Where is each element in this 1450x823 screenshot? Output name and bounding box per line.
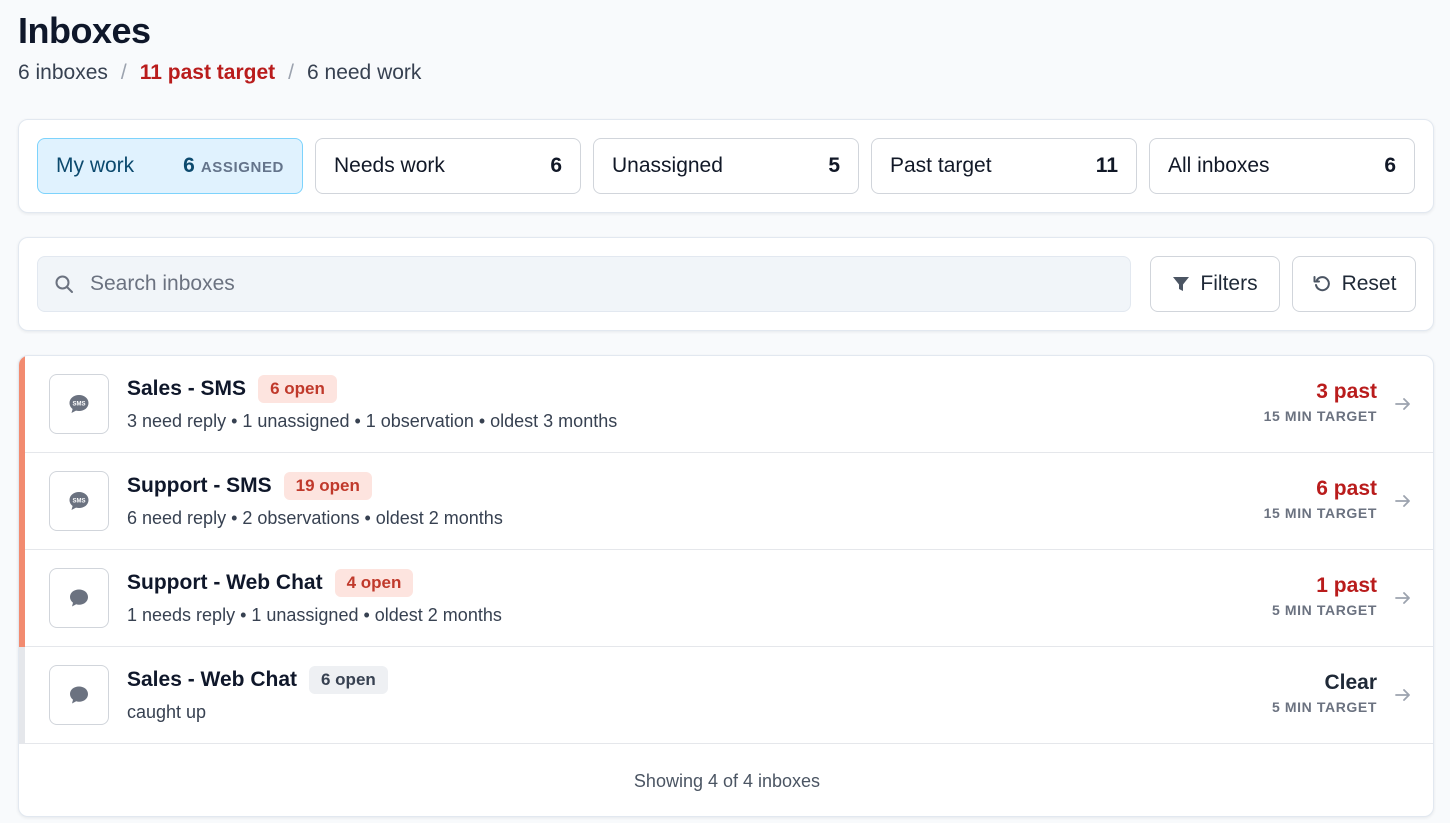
inbox-channel-icon-box	[49, 568, 109, 628]
status-text: 3 past	[1316, 380, 1377, 403]
tab-count: 6	[183, 154, 195, 177]
showing-count-text: Showing 4 of 4 inboxes	[633, 770, 821, 791]
inbox-status: 3 past 15 MIN TARGET	[1264, 380, 1377, 424]
svg-text:SMS: SMS	[72, 402, 85, 408]
status-text: 6 past	[1316, 477, 1377, 500]
summary-inboxes: 6 inboxes	[18, 61, 108, 84]
filter-icon	[1173, 277, 1190, 291]
inbox-name-text: Support - Web Chat	[127, 571, 323, 594]
target-text: 5 MIN TARGET	[1272, 602, 1377, 618]
inbox-name: Sales - Web Chat 6 open	[127, 666, 388, 694]
tab-needs-work[interactable]: Needs work 6	[315, 138, 581, 194]
open-count-badge: 19 open	[283, 472, 372, 500]
view-tabs-card: My work 6 ASSIGNED Needs work 6 Unassigne…	[18, 119, 1434, 213]
tab-all-inboxes[interactable]: All inboxes 6	[1149, 138, 1415, 194]
inbox-status: Clear 5 MIN TARGET	[1272, 671, 1377, 715]
inbox-meta: 3 need reply • 1 unassigned • 1 observat…	[127, 411, 618, 431]
tab-label: All inboxes	[1168, 154, 1270, 177]
page-title: Inboxes	[18, 10, 151, 51]
reset-icon	[1313, 276, 1330, 292]
tab-count: 6	[550, 154, 562, 177]
search-input[interactable]	[90, 272, 1070, 296]
inbox-row-support-web-chat[interactable]: Support - Web Chat 4 open 1 needs reply …	[19, 550, 1433, 647]
target-text: 15 MIN TARGET	[1263, 505, 1377, 521]
summary-need-work: 6 need work	[307, 61, 422, 84]
tab-past-target[interactable]: Past target 11	[871, 138, 1137, 194]
svg-text:SMS: SMS	[72, 499, 85, 505]
search-card: Filters Reset	[18, 237, 1434, 331]
filters-label: Filters	[1200, 272, 1258, 295]
list-footer: Showing 4 of 4 inboxes	[19, 744, 1433, 816]
open-count-badge: 4 open	[334, 569, 414, 597]
inbox-channel-icon-box: SMS	[49, 374, 109, 434]
sms-icon: SMS	[69, 492, 89, 510]
search-box[interactable]	[37, 256, 1131, 312]
sms-icon: SMS	[69, 395, 89, 413]
tab-label: My work	[56, 154, 135, 177]
status-indicator-bar	[19, 550, 25, 647]
tab-my-work[interactable]: My work 6 ASSIGNED	[37, 138, 303, 194]
status-indicator-bar	[19, 647, 25, 744]
inbox-name: Sales - SMS 6 open	[127, 375, 337, 403]
inbox-name: Support - SMS 19 open	[127, 472, 372, 500]
tab-unassigned[interactable]: Unassigned 5	[593, 138, 859, 194]
tab-label: Needs work	[334, 154, 445, 177]
chat-bubble-icon	[70, 686, 88, 704]
inbox-row-support-sms[interactable]: SMS Support - SMS 19 open 6 need reply •…	[19, 453, 1433, 550]
tab-count-group: 6 ASSIGNED	[183, 154, 284, 178]
inbox-row-sales-sms[interactable]: SMS Sales - SMS 6 open 3 need reply • 1 …	[19, 356, 1433, 453]
status-indicator-bar	[19, 356, 25, 453]
inbox-summary: 6 inboxes / 11 past target / 6 need work	[18, 61, 421, 85]
arrow-right-icon	[1395, 495, 1410, 507]
target-text: 15 MIN TARGET	[1263, 408, 1377, 424]
inbox-list: SMS Sales - SMS 6 open 3 need reply • 1 …	[18, 355, 1434, 817]
target-text: 5 MIN TARGET	[1272, 699, 1377, 715]
inbox-meta: 1 needs reply • 1 unassigned • oldest 2 …	[127, 605, 502, 625]
reset-button[interactable]: Reset	[1292, 256, 1416, 312]
inbox-channel-icon-box: SMS	[49, 471, 109, 531]
search-icon	[55, 275, 73, 293]
arrow-right-icon	[1395, 689, 1410, 701]
inbox-status: 6 past 15 MIN TARGET	[1264, 477, 1377, 521]
status-text: Clear	[1324, 671, 1377, 694]
inbox-name-text: Support - SMS	[127, 474, 272, 497]
inbox-name-text: Sales - Web Chat	[127, 668, 297, 691]
inbox-name: Support - Web Chat 4 open	[127, 569, 414, 597]
view-tabs: My work 6 ASSIGNED Needs work 6 Unassigne…	[37, 138, 1415, 194]
inbox-status: 1 past 5 MIN TARGET	[1272, 574, 1377, 618]
inbox-meta: caught up	[127, 702, 207, 722]
tab-label: Past target	[890, 154, 992, 177]
tab-count: 5	[828, 154, 840, 177]
reset-label: Reset	[1341, 272, 1397, 295]
tab-count-suffix: ASSIGNED	[200, 159, 284, 176]
open-count-badge: 6 open	[309, 666, 388, 694]
arrow-right-icon	[1395, 592, 1410, 604]
tab-count: 11	[1095, 154, 1118, 177]
inbox-name-text: Sales - SMS	[127, 377, 247, 400]
summary-separator: /	[120, 61, 127, 84]
tab-count: 6	[1384, 154, 1396, 177]
open-count-badge: 6 open	[258, 375, 337, 403]
status-indicator-bar	[19, 453, 25, 550]
summary-past-target: 11 past target	[139, 61, 276, 84]
inbox-meta: 6 need reply • 2 observations • oldest 2…	[127, 508, 503, 528]
tab-label: Unassigned	[612, 154, 723, 177]
inbox-row-sales-web-chat[interactable]: Sales - Web Chat 6 open caught up Clear …	[19, 647, 1433, 744]
filters-button[interactable]: Filters	[1150, 256, 1280, 312]
inbox-channel-icon-box	[49, 665, 109, 725]
chat-bubble-icon	[70, 589, 88, 607]
arrow-right-icon	[1395, 398, 1410, 410]
status-text: 1 past	[1316, 574, 1377, 597]
summary-separator: /	[288, 61, 294, 84]
